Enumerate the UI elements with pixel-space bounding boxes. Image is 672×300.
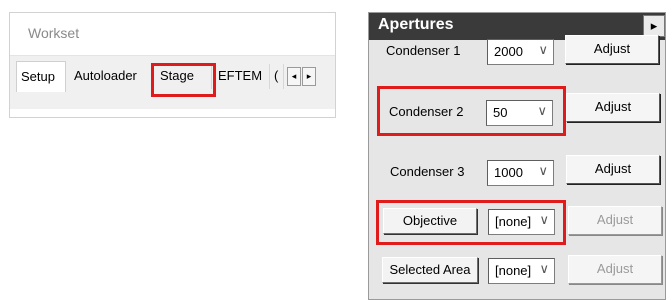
- condenser-2-value: 50: [493, 105, 508, 120]
- objective-select[interactable]: [none] ∨: [488, 209, 555, 235]
- condenser-3-value: 1000: [494, 165, 523, 180]
- chevron-down-icon: ∨: [539, 261, 549, 276]
- apertures-title: Apertures: [378, 16, 454, 33]
- condenser-2-select[interactable]: 50 ∨: [486, 100, 553, 126]
- tab-stage[interactable]: Stage: [156, 64, 212, 89]
- chevron-down-icon: ∨: [539, 212, 549, 227]
- tab-setup[interactable]: Setup: [16, 61, 66, 92]
- expand-arrow-icon[interactable]: ▸: [643, 15, 665, 37]
- condenser-3-select[interactable]: 1000 ∨: [487, 160, 554, 186]
- objective-adjust-button[interactable]: Adjust: [568, 206, 662, 235]
- objective-value: [none]: [495, 214, 532, 229]
- apertures-panel: Apertures ▸ Condenser 1 2000 ∨ Adjust Co…: [368, 12, 666, 300]
- condenser-1-select[interactable]: 2000 ∨: [487, 39, 554, 65]
- tab-scroll-right-icon[interactable]: ▸: [302, 67, 316, 86]
- condenser-2-adjust-button[interactable]: Adjust: [566, 93, 660, 122]
- condenser-3-label: Condenser 3: [390, 164, 465, 179]
- tab-partial[interactable]: (: [272, 64, 284, 89]
- objective-button[interactable]: Objective: [383, 208, 477, 234]
- condenser-3-adjust-button[interactable]: Adjust: [566, 155, 660, 184]
- workset-panel: Workset Setup Autoloader Stage EFTEM ( ◂…: [9, 12, 336, 118]
- tab-scroll-left-icon[interactable]: ◂: [287, 67, 301, 86]
- selected-area-value: [none]: [495, 263, 532, 278]
- selected-area-button[interactable]: Selected Area: [382, 257, 478, 283]
- tab-autoloader[interactable]: Autoloader: [70, 64, 152, 89]
- chevron-down-icon: ∨: [538, 42, 548, 57]
- tab-eftem[interactable]: EFTEM: [214, 64, 270, 89]
- condenser-1-adjust-button[interactable]: Adjust: [565, 35, 659, 64]
- condenser-1-value: 2000: [494, 44, 523, 59]
- chevron-down-icon: ∨: [538, 163, 548, 178]
- condenser-1-label: Condenser 1: [386, 43, 461, 58]
- condenser-2-label: Condenser 2: [389, 104, 464, 119]
- workset-title: Workset: [28, 25, 80, 41]
- chevron-down-icon: ∨: [537, 103, 547, 118]
- selected-area-select[interactable]: [none] ∨: [488, 258, 555, 284]
- selected-area-adjust-button[interactable]: Adjust: [568, 255, 662, 284]
- workset-tab-strip: Setup Autoloader Stage EFTEM ( ◂ ▸: [10, 55, 335, 109]
